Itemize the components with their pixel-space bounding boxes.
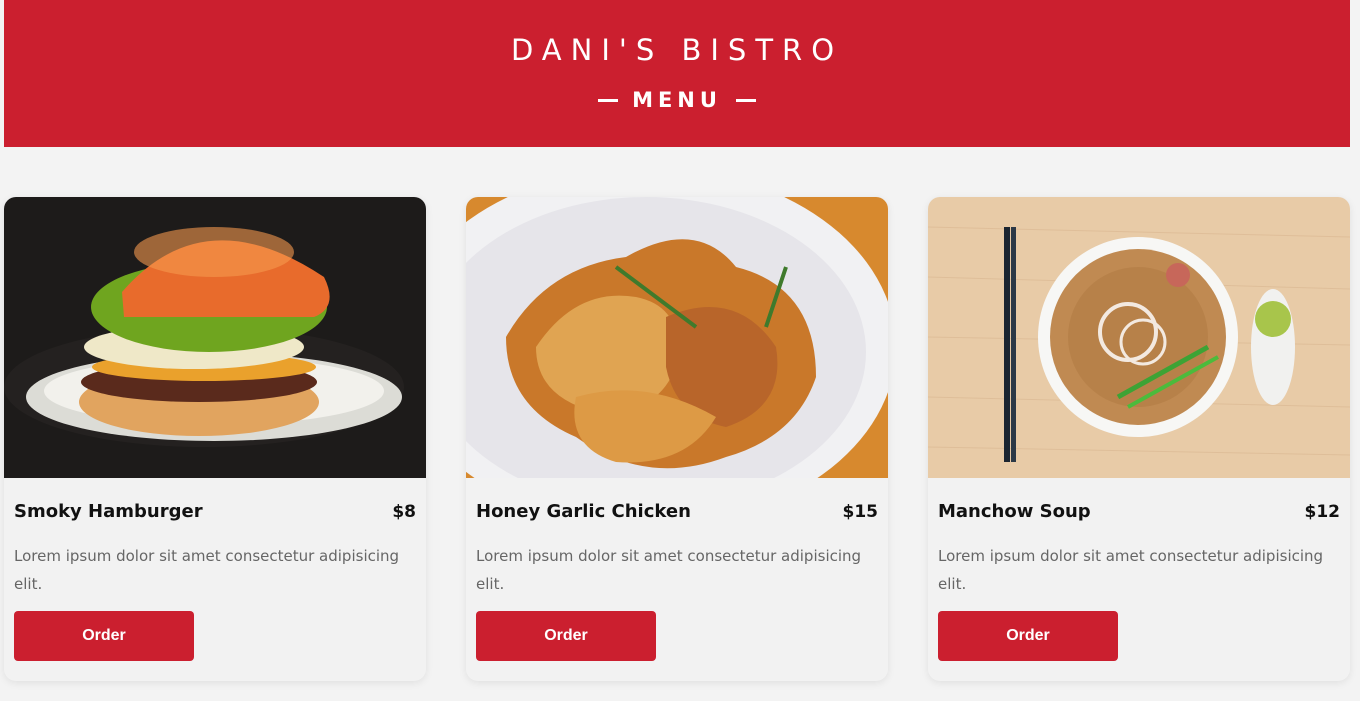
item-description: Lorem ipsum dolor sit amet consectetur a… [14,547,400,593]
item-description: Lorem ipsum dolor sit amet consectetur a… [938,547,1324,593]
menu-card: Honey Garlic Chicken $15 Lorem ipsum dol… [466,197,888,681]
item-description: Lorem ipsum dolor sit amet consectetur a… [476,547,862,593]
item-name: Honey Garlic Chicken [476,501,691,522]
restaurant-title: DANI'S BISTRO [510,33,844,67]
item-header: Smoky Hamburger $8 [14,501,416,522]
order-button[interactable]: Order [14,611,194,661]
menu-card: Smoky Hamburger $8 Lorem ipsum dolor sit… [4,197,426,681]
page-header: DANI'S BISTRO MENU [4,0,1350,147]
order-button[interactable]: Order [476,611,656,661]
noodle-soup-image [928,197,1350,478]
dash-left [598,98,619,102]
order-button[interactable]: Order [938,611,1118,661]
menu-card: Manchow Soup $12 Lorem ipsum dolor sit a… [928,197,1350,681]
hamburger-image [4,197,426,478]
dash-right [735,98,756,102]
menu-heading-label: MENU [632,88,722,112]
item-header: Honey Garlic Chicken $15 [476,501,878,522]
item-price: $15 [842,502,879,522]
item-price: $12 [1304,502,1341,522]
chicken-wings-image [466,197,888,478]
item-price: $8 [392,502,416,522]
item-header: Manchow Soup $12 [938,501,1340,522]
item-name: Manchow Soup [938,501,1091,522]
menu-heading: MENU [4,88,1350,112]
item-name: Smoky Hamburger [14,501,203,522]
